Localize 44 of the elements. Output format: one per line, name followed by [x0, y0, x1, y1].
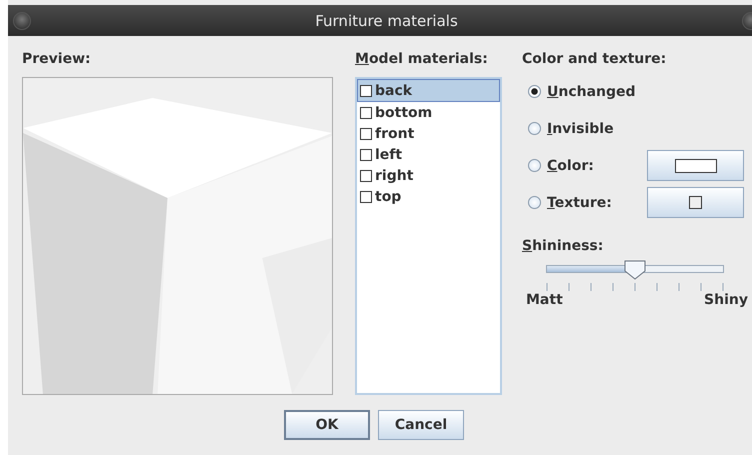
materials-label: Model materials:: [355, 50, 489, 69]
checkbox[interactable]: [360, 84, 372, 96]
radio-icon[interactable]: [528, 196, 541, 209]
color-swatch-icon: [674, 158, 716, 172]
checkbox[interactable]: [360, 128, 372, 140]
preview-label: Preview:: [22, 50, 92, 69]
checkbox[interactable]: [360, 106, 372, 118]
color-texture-label: Color and texture:: [522, 50, 668, 69]
cancel-button[interactable]: Cancel: [378, 410, 464, 440]
checkbox[interactable]: [360, 170, 372, 182]
radio-button[interactable]: Texture:: [528, 194, 612, 210]
material-name: left: [375, 146, 402, 162]
radio-button[interactable]: Unchanged: [528, 84, 636, 100]
texture-swatch-icon: [689, 196, 702, 209]
radio-label: Unchanged: [547, 84, 636, 100]
material-name: bottom: [375, 104, 432, 120]
material-name: right: [375, 168, 414, 184]
color-button[interactable]: [647, 150, 744, 181]
material-name: back: [375, 82, 412, 98]
checkbox[interactable]: [360, 148, 372, 160]
material-item[interactable]: right: [357, 165, 500, 186]
radio-button[interactable]: Color:: [528, 158, 594, 174]
min-label: Matt: [526, 292, 563, 308]
material-item[interactable]: bottom: [357, 102, 500, 123]
radio-icon[interactable]: [528, 122, 541, 135]
window-control-icon[interactable]: [13, 12, 31, 30]
material-item[interactable]: front: [357, 123, 500, 144]
material-name: front: [375, 126, 414, 142]
radio-button[interactable]: Invisible: [528, 120, 614, 136]
radio-icon[interactable]: [528, 85, 541, 98]
shininess-label: Shininess:: [522, 237, 604, 256]
radio-icon[interactable]: [528, 159, 541, 172]
window-title: Furniture materials: [315, 12, 458, 30]
radio-label: Texture:: [547, 194, 612, 210]
radio-label: Invisible: [547, 120, 614, 136]
slider-thumb[interactable]: [624, 260, 646, 280]
max-label: Shiny: [704, 292, 748, 308]
material-name: top: [375, 188, 402, 204]
ok-button[interactable]: OK: [284, 410, 370, 440]
checkbox[interactable]: [360, 190, 372, 202]
radio-label: Color:: [547, 158, 594, 174]
material-item[interactable]: top: [357, 186, 500, 207]
material-item[interactable]: back: [357, 79, 500, 102]
material-item[interactable]: left: [357, 144, 500, 165]
